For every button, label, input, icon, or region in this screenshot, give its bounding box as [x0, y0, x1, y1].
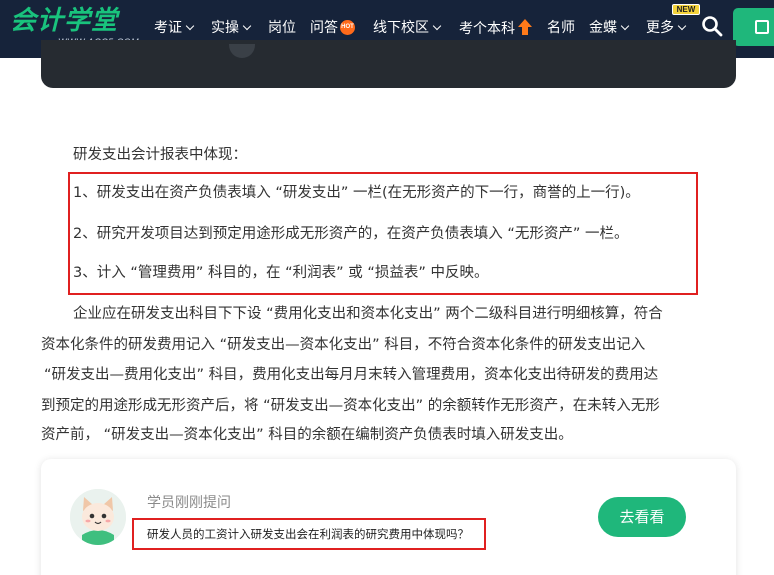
nav-item-wenda[interactable]: 问答 HOT [310, 17, 355, 39]
nav-item-gengduo[interactable]: 更多 [646, 17, 687, 39]
view-question-button[interactable]: 去看看 [598, 497, 686, 537]
login-icon [755, 20, 769, 34]
nav-item-mingshi[interactable]: 名师 [547, 17, 575, 39]
nav-item-xianxia[interactable]: 线下校区 [373, 17, 442, 39]
nav-item-gangwei[interactable]: 岗位 [268, 17, 296, 39]
nav-item-benke[interactable]: 考个本科 [459, 17, 532, 39]
article-list-item-1: 1、研发支出在资产负债表填入 “研发支出” 一栏(在无形资产的下一行，商誉的上一… [73, 185, 640, 201]
student-avatar [70, 489, 126, 545]
article-paragraph-line: 资产前， “研发支出—资本化支出” 科目的余额在编制资产负债表时填入研发支出。 [41, 427, 573, 443]
chevron-down-icon [677, 21, 687, 31]
article-paragraph-line: “研发支出—费用化支出” 科目，费用化支出每月月末转入管理费用，资本化支出待研发… [44, 367, 659, 383]
question-text[interactable]: 研发人员的工资计入研发支出会在利润表的研究费用中体现吗？ [147, 526, 469, 542]
search-icon[interactable] [701, 15, 723, 37]
arrow-up-icon [518, 19, 532, 35]
article-paragraph-line: 资本化条件的研发费用记入 “研发支出—资本化支出” 科目，不符合资本化条件的研发… [41, 337, 646, 353]
article-list-item-3: 3、计入 “管理费用” 科目的，在 “利润表” 或 “损益表” 中反映。 [73, 265, 489, 281]
article-list-item-2: 2、研究开发项目达到预定用途形成无形资产的，在资产负债表填入 “无形资产” 一栏… [73, 226, 629, 242]
chevron-down-icon [620, 21, 630, 31]
article-paragraph-line: 到预定的用途形成无形资产后，将 “研发支出—资本化支出” 的余额转作无形资产，在… [41, 398, 660, 414]
nav-item-shicao[interactable]: 实操 [211, 17, 252, 39]
login-button[interactable] [733, 8, 774, 46]
article-paragraph-line: 企业应在研发支出科目下下设 “费用化支出和资本化支出” 两个二级科目进行明细核算… [73, 306, 663, 322]
chevron-down-icon [432, 21, 442, 31]
chevron-down-icon [185, 21, 195, 31]
nav-item-kaozheng[interactable]: 考证 [154, 17, 195, 39]
article-heading: 研发支出会计报表中体现： [73, 147, 247, 163]
hot-badge-icon: HOT [340, 19, 355, 35]
new-badge: NEW [672, 4, 700, 15]
video-player[interactable] [41, 40, 736, 88]
chevron-down-icon [242, 21, 252, 31]
logo-main-text: 会计学堂 [10, 6, 119, 36]
cat-avatar-icon [70, 489, 126, 545]
nav-item-jindie[interactable]: 金蝶 [589, 17, 630, 39]
video-control-shape [229, 44, 255, 58]
question-label: 学员刚刚提问 [147, 495, 231, 511]
